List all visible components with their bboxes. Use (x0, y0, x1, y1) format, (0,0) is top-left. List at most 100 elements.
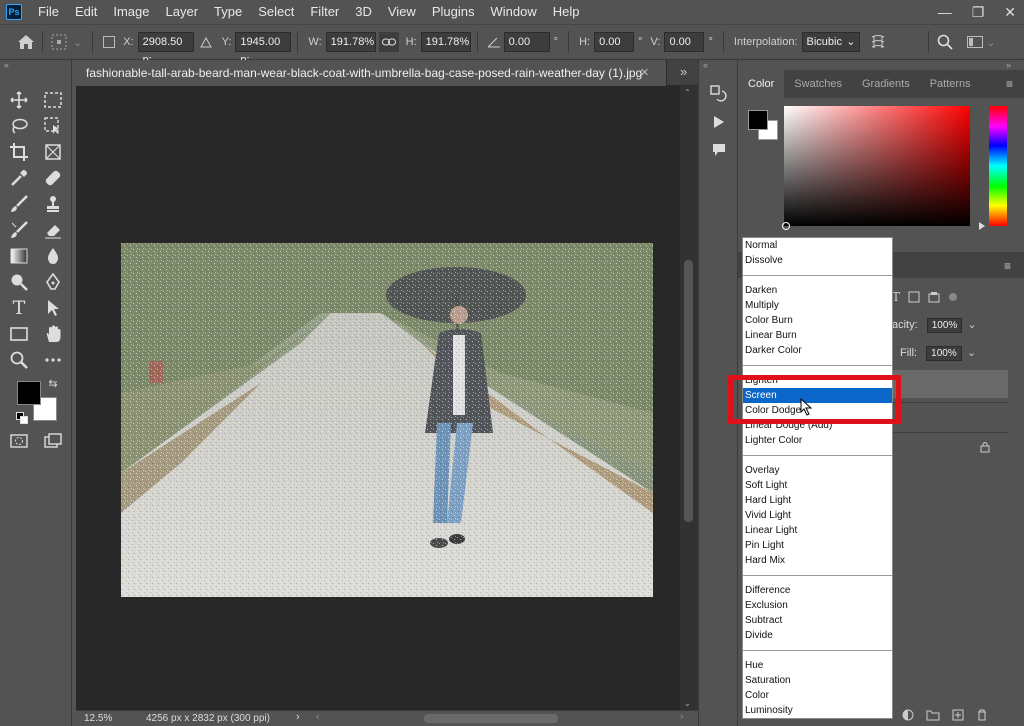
blend-option[interactable]: Dissolve (743, 253, 892, 268)
blend-option[interactable]: Hard Mix (743, 553, 892, 568)
blend-option[interactable]: Luminosity (743, 703, 892, 718)
panel-collapse-icon[interactable]: » (1006, 60, 1011, 70)
fill-field[interactable]: 100% (926, 346, 962, 361)
clone-stamp-tool-icon[interactable] (42, 193, 64, 215)
menu-type[interactable]: Type (206, 0, 250, 24)
healing-brush-tool-icon[interactable] (42, 167, 64, 189)
document-tab[interactable]: fashionable-tall-arab-beard-man-wear-bla… (76, 60, 668, 86)
background-layer-row[interactable] (892, 432, 1008, 460)
new-layer-icon[interactable] (952, 709, 964, 721)
blend-option[interactable]: Overlay (743, 463, 892, 478)
default-colors-icon[interactable] (16, 412, 28, 424)
history-panel-icon[interactable] (709, 84, 729, 104)
layer-row[interactable] (892, 402, 1008, 430)
close-tab-icon[interactable]: ✕ (640, 66, 649, 79)
x-position-field[interactable]: 2908.50 p: (137, 32, 194, 66)
gradient-tool-icon[interactable] (8, 245, 30, 267)
blend-option[interactable]: Multiply (743, 298, 892, 313)
menu-window[interactable]: Window (482, 0, 544, 24)
blend-mode-dropdown[interactable]: Normal Dissolve Darken Multiply Color Bu… (742, 237, 893, 719)
expand-panels-icon[interactable]: » (680, 64, 687, 79)
warp-icon[interactable] (868, 32, 888, 52)
filter-smart-object-icon[interactable] (928, 291, 940, 303)
blend-option[interactable]: Linear Burn (743, 328, 892, 343)
rectangle-tool-icon[interactable] (8, 323, 30, 345)
hue-slider[interactable] (989, 106, 1007, 226)
blend-option[interactable]: Vivid Light (743, 508, 892, 523)
home-icon[interactable] (16, 32, 36, 52)
blend-option[interactable]: Saturation (743, 673, 892, 688)
eraser-tool-icon[interactable] (42, 219, 64, 241)
search-icon[interactable] (935, 32, 955, 52)
blend-option[interactable]: Difference (743, 583, 892, 598)
vertical-scroll-thumb[interactable] (684, 260, 693, 522)
minimize-button[interactable]: — (938, 4, 952, 20)
reference-checkbox[interactable] (99, 32, 119, 52)
relative-position-icon[interactable] (196, 32, 216, 52)
filter-toggle-icon[interactable] (948, 292, 958, 302)
menu-layer[interactable]: Layer (158, 0, 207, 24)
brush-tool-icon[interactable] (8, 193, 30, 215)
blend-option[interactable]: Lighter Color (743, 433, 892, 448)
menu-filter[interactable]: Filter (302, 0, 347, 24)
menu-help[interactable]: Help (545, 0, 588, 24)
pen-tool-icon[interactable] (42, 271, 64, 293)
blend-option[interactable]: Pin Light (743, 538, 892, 553)
eyedropper-tool-icon[interactable] (8, 167, 30, 189)
link-icon[interactable] (378, 32, 399, 52)
opacity-chevron-icon[interactable]: ⌄ (967, 319, 976, 331)
status-menu-icon[interactable]: › (296, 711, 300, 723)
color-spectrum-field[interactable] (782, 106, 970, 230)
restore-button[interactable]: ❐ (972, 4, 985, 21)
close-window-button[interactable]: ✕ (1004, 4, 1016, 21)
tab-swatches[interactable]: Swatches (784, 70, 852, 98)
menu-image[interactable]: Image (105, 0, 157, 24)
scroll-up-icon[interactable]: ⌃ (684, 88, 691, 97)
blur-tool-icon[interactable] (42, 245, 64, 267)
collapse-strip-icon[interactable]: « (703, 60, 708, 70)
blend-option[interactable]: Color (743, 688, 892, 703)
marquee-tool-icon[interactable] (42, 89, 64, 111)
fill-chevron-icon[interactable]: ⌄ (967, 347, 976, 359)
workspace-icon[interactable] (965, 32, 985, 52)
layers-menu-icon[interactable]: ≡ (1004, 259, 1011, 273)
panel-foreground-swatch[interactable] (748, 110, 768, 130)
quick-mask-icon[interactable] (8, 430, 30, 452)
crop-tool-icon[interactable] (8, 141, 30, 163)
scroll-down-icon[interactable]: ⌄ (684, 699, 691, 708)
opacity-field[interactable]: 100% (926, 318, 963, 333)
actions-play-icon[interactable] (709, 112, 729, 132)
frame-tool-icon[interactable] (42, 141, 64, 163)
more-tools-icon[interactable] (42, 349, 64, 371)
reference-point-icon[interactable] (49, 32, 69, 52)
interpolation-select[interactable]: Bicubic ⌄ (801, 32, 860, 52)
comments-icon[interactable] (709, 140, 729, 160)
scroll-right-icon[interactable]: › (680, 711, 684, 723)
blend-option[interactable]: Normal (743, 238, 892, 253)
zoom-level[interactable]: 12.5% (84, 713, 112, 724)
height-field[interactable]: 191.78% (420, 32, 471, 52)
tab-color[interactable]: Color (738, 70, 785, 98)
filter-type-icon[interactable]: T (892, 290, 900, 304)
foreground-color-swatch[interactable] (17, 381, 41, 405)
adjustment-layer-icon[interactable] (902, 709, 914, 721)
filter-shape-icon[interactable] (908, 291, 920, 303)
menu-file[interactable]: File (30, 0, 67, 24)
menu-3d[interactable]: 3D (347, 0, 380, 24)
menu-view[interactable]: View (380, 0, 424, 24)
lasso-tool-icon[interactable] (8, 115, 30, 137)
tab-patterns[interactable]: Patterns (920, 70, 981, 98)
object-select-tool-icon[interactable] (42, 115, 64, 137)
blend-option[interactable]: Divide (743, 628, 892, 643)
history-brush-tool-icon[interactable] (8, 219, 30, 241)
horizontal-scroll-thumb[interactable] (424, 714, 558, 723)
delete-layer-icon[interactable] (976, 709, 988, 721)
blend-option[interactable]: Color Burn (743, 313, 892, 328)
v-skew-field[interactable]: 0.00 (664, 32, 705, 52)
zoom-tool-icon[interactable] (8, 349, 30, 371)
menu-select[interactable]: Select (250, 0, 302, 24)
blend-option[interactable]: Darken (743, 283, 892, 298)
layer-row-active[interactable] (892, 370, 1008, 398)
blend-option[interactable]: Hue (743, 658, 892, 673)
move-tool-icon[interactable] (8, 89, 30, 111)
